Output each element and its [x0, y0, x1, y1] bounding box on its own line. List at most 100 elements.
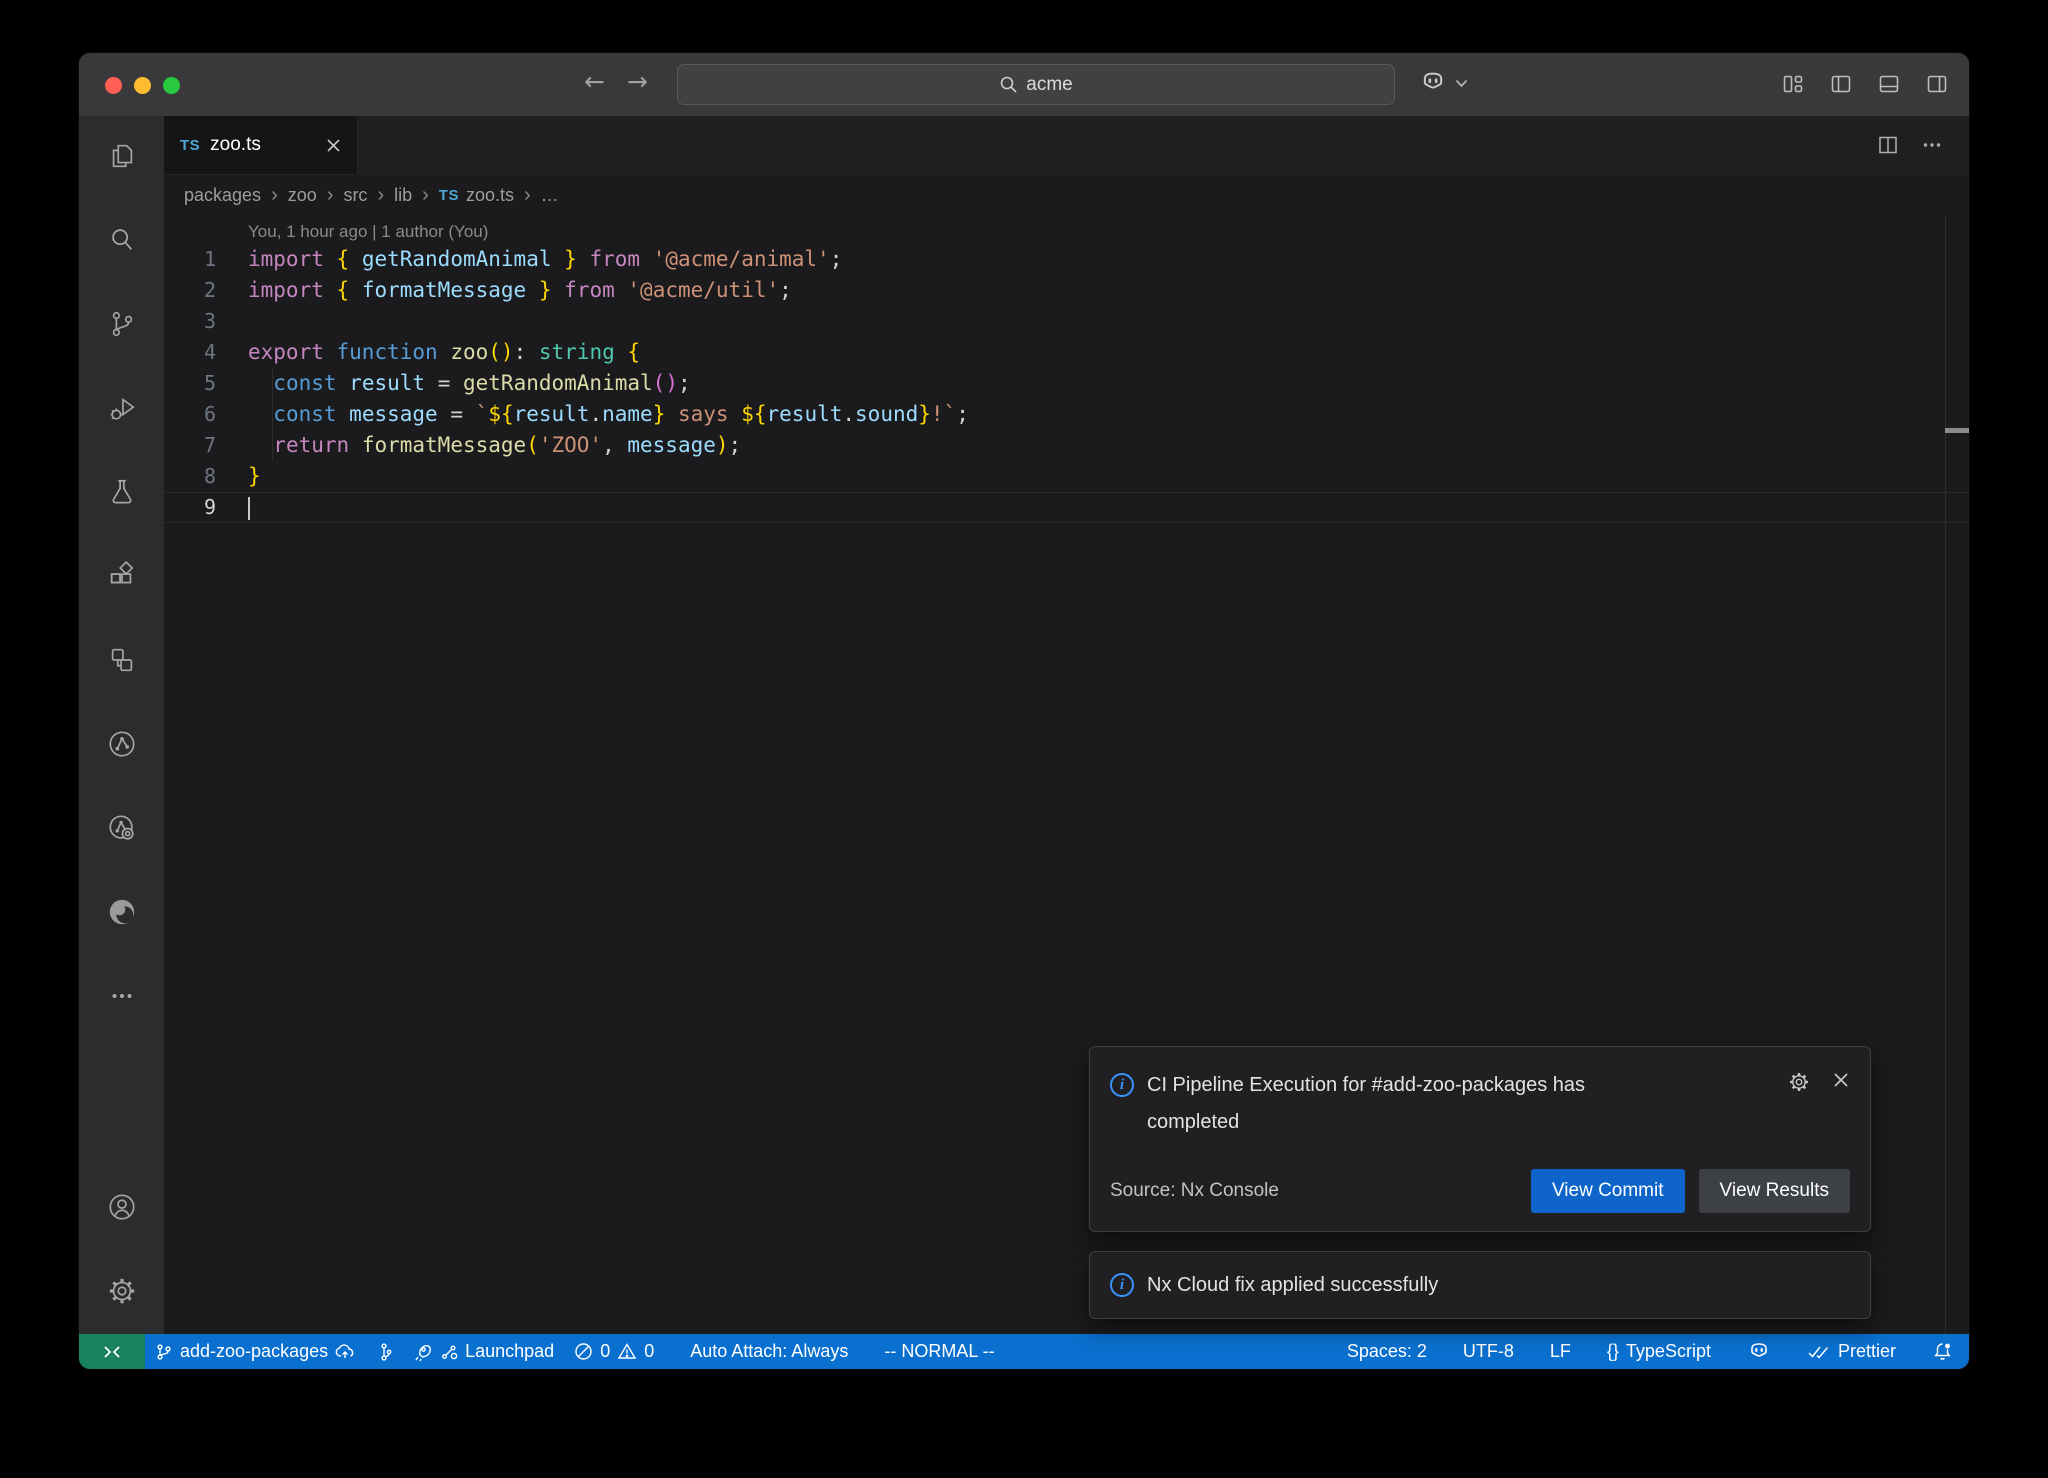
notification-settings-gear-icon[interactable] — [1788, 1071, 1810, 1093]
line-number: 5 — [164, 368, 216, 399]
breadcrumb-item[interactable]: TSzoo.ts — [439, 185, 514, 206]
breadcrumb: packages›zoo›src›lib›TSzoo.ts›… — [164, 175, 1969, 216]
code-line[interactable]: 1import { getRandomAnimal } from '@acme/… — [164, 244, 1969, 275]
nx-connect-icon — [440, 1343, 458, 1361]
run-and-debug-icon[interactable] — [107, 393, 137, 423]
code-line[interactable]: 2import { formatMessage } from '@acme/ut… — [164, 275, 1969, 306]
overview-ruler-cursor-marker — [1945, 428, 1969, 433]
account-icon[interactable] — [107, 1192, 137, 1222]
error-count: 0 — [600, 1341, 610, 1362]
breadcrumb-item[interactable]: lib — [394, 185, 412, 206]
editor-more-actions-icon[interactable] — [1921, 134, 1943, 156]
eol-status-item[interactable]: LF — [1540, 1334, 1581, 1369]
auto-attach-status-item[interactable]: Auto Attach: Always — [680, 1334, 858, 1369]
vim-mode-status-item[interactable]: -- NORMAL -- — [874, 1334, 1004, 1369]
toggle-panel-icon[interactable] — [1877, 72, 1901, 96]
code-line[interactable]: 9 — [164, 492, 1969, 523]
tab-zoo-ts[interactable]: TS zoo.ts — [164, 116, 358, 174]
source-control-graph-icon — [375, 1342, 393, 1362]
braces-icon: {} — [1607, 1341, 1619, 1362]
code-line[interactable]: 5 const result = getRandomAnimal(); — [164, 368, 1969, 399]
vscode-window: ← → acme — [78, 52, 1970, 1370]
code-line[interactable]: 6 const message = `${result.name} says $… — [164, 399, 1969, 430]
settings-gear-icon[interactable] — [107, 1276, 137, 1306]
search-value: acme — [1026, 74, 1072, 96]
breadcrumb-separator: › — [271, 184, 278, 207]
navigate-back-icon[interactable]: ← — [584, 67, 605, 96]
breadcrumb-item[interactable]: … — [541, 185, 559, 206]
breadcrumb-separator: › — [524, 184, 531, 207]
close-tab-icon[interactable] — [326, 138, 341, 153]
split-editor-icon[interactable] — [1877, 134, 1899, 156]
problems-status-item[interactable]: 0 0 — [564, 1334, 664, 1369]
info-icon: i — [1110, 1073, 1134, 1097]
text-cursor — [248, 497, 250, 520]
source-control-graph-item[interactable] — [365, 1334, 403, 1369]
code-line[interactable]: 4export function zoo(): string { — [164, 337, 1969, 368]
search-sidebar-icon[interactable] — [107, 225, 137, 255]
indentation-status-item[interactable]: Spaces: 2 — [1337, 1334, 1437, 1369]
edge-devtools-icon[interactable] — [107, 897, 137, 927]
notifications-bell-item[interactable] — [1922, 1334, 1963, 1369]
code-line[interactable]: 3 — [164, 306, 1969, 337]
errors-icon — [574, 1342, 593, 1361]
formatter-status-item[interactable]: Prettier — [1797, 1334, 1906, 1369]
warnings-icon — [617, 1342, 637, 1361]
notification-message: CI Pipeline Execution for #add-zoo-packa… — [1147, 1067, 1647, 1141]
launchpad-status-item[interactable]: Launchpad — [403, 1334, 564, 1369]
language-mode-status-item[interactable]: {} TypeScript — [1597, 1334, 1721, 1369]
double-check-icon — [1807, 1343, 1831, 1361]
code-line[interactable]: 7 return formatMessage('ZOO', message); — [164, 430, 1969, 461]
warning-count: 0 — [644, 1341, 654, 1362]
breadcrumb-separator: › — [327, 184, 334, 207]
navigate-forward-icon[interactable]: → — [627, 67, 648, 96]
source-control-icon[interactable] — [107, 309, 137, 339]
branch-status-item[interactable]: add-zoo-packages — [145, 1334, 365, 1369]
toggle-primary-sidebar-icon[interactable] — [1829, 72, 1853, 96]
encoding-status-item[interactable]: UTF-8 — [1453, 1334, 1524, 1369]
scrollbar-track[interactable] — [1945, 216, 1946, 1334]
minimize-window-button[interactable] — [134, 77, 151, 94]
breadcrumb-item[interactable]: zoo — [288, 185, 317, 206]
git-branch-icon — [155, 1343, 173, 1361]
notification-toast-ci-pipeline: i CI Pipeline Execution for #add-zoo-pac… — [1089, 1046, 1871, 1232]
maximize-window-button[interactable] — [163, 77, 180, 94]
nx-console-icon[interactable] — [107, 729, 137, 759]
notification-close-icon[interactable] — [1832, 1071, 1850, 1089]
line-number: 3 — [164, 306, 216, 337]
toggle-secondary-sidebar-icon[interactable] — [1925, 72, 1949, 96]
command-center-search[interactable]: acme — [677, 64, 1395, 105]
code-line[interactable]: 8} — [164, 461, 1969, 492]
line-number: 1 — [164, 244, 216, 275]
testing-icon[interactable] — [107, 477, 137, 507]
copilot-status-item[interactable] — [1737, 1334, 1781, 1369]
branch-name: add-zoo-packages — [180, 1341, 328, 1362]
explorer-icon[interactable] — [107, 141, 137, 171]
nx-cloud-icon[interactable] — [107, 813, 137, 843]
view-commit-button[interactable]: View Commit — [1531, 1169, 1685, 1213]
notification-message: Nx Cloud fix applied successfully — [1147, 1267, 1438, 1304]
rocket-icon — [413, 1342, 433, 1362]
breadcrumb-item[interactable]: src — [343, 185, 367, 206]
line-number: 4 — [164, 337, 216, 368]
close-window-button[interactable] — [105, 77, 122, 94]
breadcrumb-separator: › — [422, 184, 429, 207]
breadcrumb-item[interactable]: packages — [184, 185, 261, 206]
notification-toast-nx-cloud-fix: i Nx Cloud fix applied successfully — [1089, 1251, 1871, 1319]
remote-icon — [101, 1343, 123, 1361]
copilot-icon — [1419, 69, 1447, 97]
remote-indicator[interactable] — [79, 1334, 145, 1369]
window-controls — [105, 77, 180, 94]
copilot-menu[interactable] — [1419, 69, 1468, 97]
extensions-icon[interactable] — [107, 561, 137, 591]
ts-file-icon: TS — [439, 187, 459, 204]
git-blame-annotation[interactable]: You, 1 hour ago | 1 author (You) — [248, 222, 488, 242]
notification-source: Source: Nx Console — [1110, 1180, 1279, 1202]
remote-explorer-icon[interactable] — [107, 645, 137, 675]
view-results-button[interactable]: View Results — [1699, 1169, 1850, 1213]
chevron-down-icon — [1455, 79, 1468, 88]
more-views-icon[interactable] — [107, 981, 137, 1011]
customize-layout-icon[interactable] — [1781, 72, 1805, 96]
search-icon — [999, 75, 1018, 94]
line-number: 8 — [164, 461, 216, 492]
